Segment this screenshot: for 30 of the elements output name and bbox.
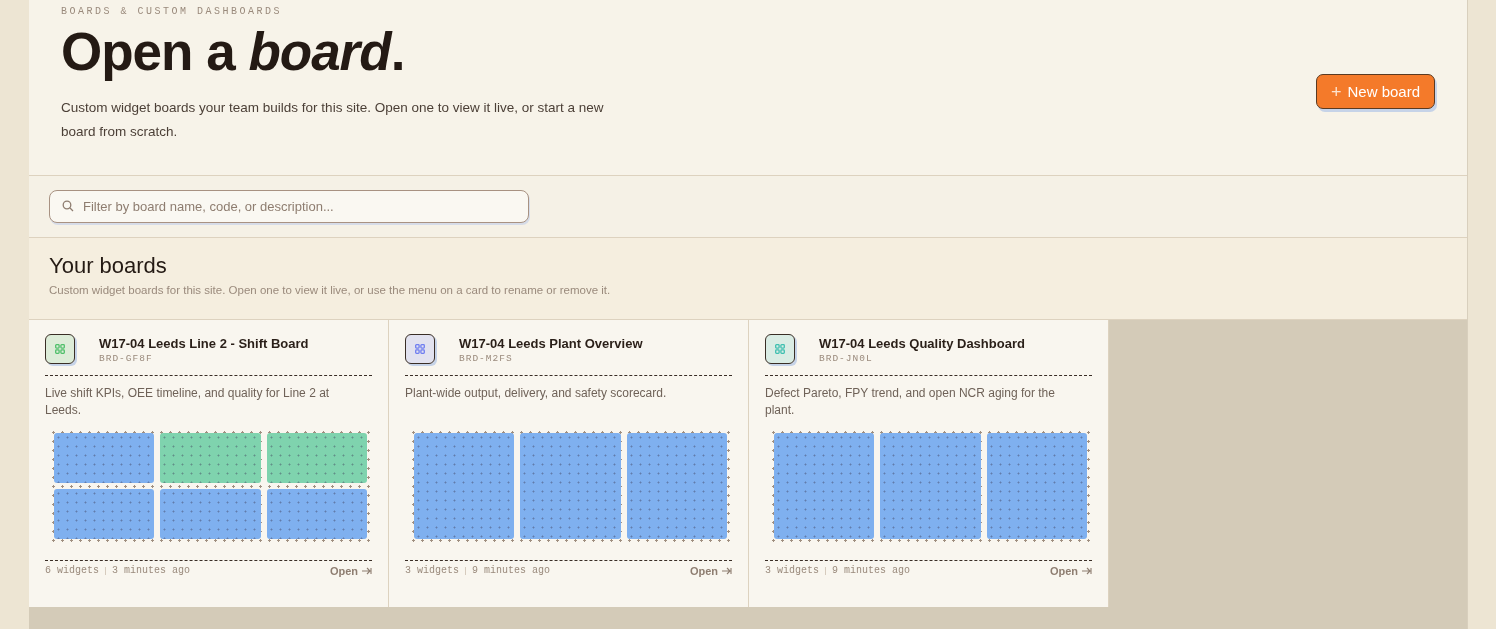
arrow-icon (362, 567, 372, 575)
arrow-icon (1082, 567, 1092, 575)
eyebrow-label: BOARDS & CUSTOM DASHBOARDS (61, 6, 283, 18)
board-description: Plant-wide output, delivery, and safety scorecard. (405, 385, 668, 402)
board-code: BRD-M2FS (459, 353, 514, 364)
widget-count: 3 widgets (405, 565, 459, 577)
widget-count: 3 widgets (765, 565, 819, 577)
open-link[interactable]: Open (689, 565, 732, 577)
page-title: Open a board. (61, 21, 406, 83)
page-description: Custom widget boards your team builds for this site. Open one to view it live, or start a new board from scratch. (61, 99, 605, 141)
filter-field[interactable]: Filter by board name, code, or description... (49, 190, 529, 223)
updated-time: 9 minutes ago (832, 565, 911, 577)
board-name: W17-04 Leeds Plant Overview (459, 336, 643, 352)
board-code: BRD-JN0L (819, 353, 874, 364)
arrow-icon (722, 567, 732, 575)
section-subtitle: Custom widget boards for this site. Open one to view it live, or use the menu on a card to rename or remove it. (49, 284, 612, 296)
plus-icon: + (1330, 83, 1342, 100)
board-description: Defect Pareto, FPY trend, and open NCR aging for the plant. (765, 385, 1055, 419)
updated-time: 3 minutes ago (112, 565, 191, 577)
board-description: Live shift KPIs, OEE timeline, and quality for Line 2 at Leeds. (45, 385, 331, 419)
section-title: Your boards (49, 252, 168, 280)
board-name: W17-04 Leeds Quality Dashboard (819, 336, 1025, 352)
updated-time: 9 minutes ago (472, 565, 551, 577)
open-link[interactable]: Open (329, 565, 372, 577)
board-code: BRD-GF8F (99, 353, 154, 364)
search-icon (62, 200, 74, 212)
new-board-button[interactable]: + New board (1315, 74, 1435, 109)
board-name: W17-04 Leeds Line 2 - Shift Board (99, 336, 309, 352)
widget-count: 6 widgets (45, 565, 99, 577)
open-link[interactable]: Open (1049, 565, 1092, 577)
